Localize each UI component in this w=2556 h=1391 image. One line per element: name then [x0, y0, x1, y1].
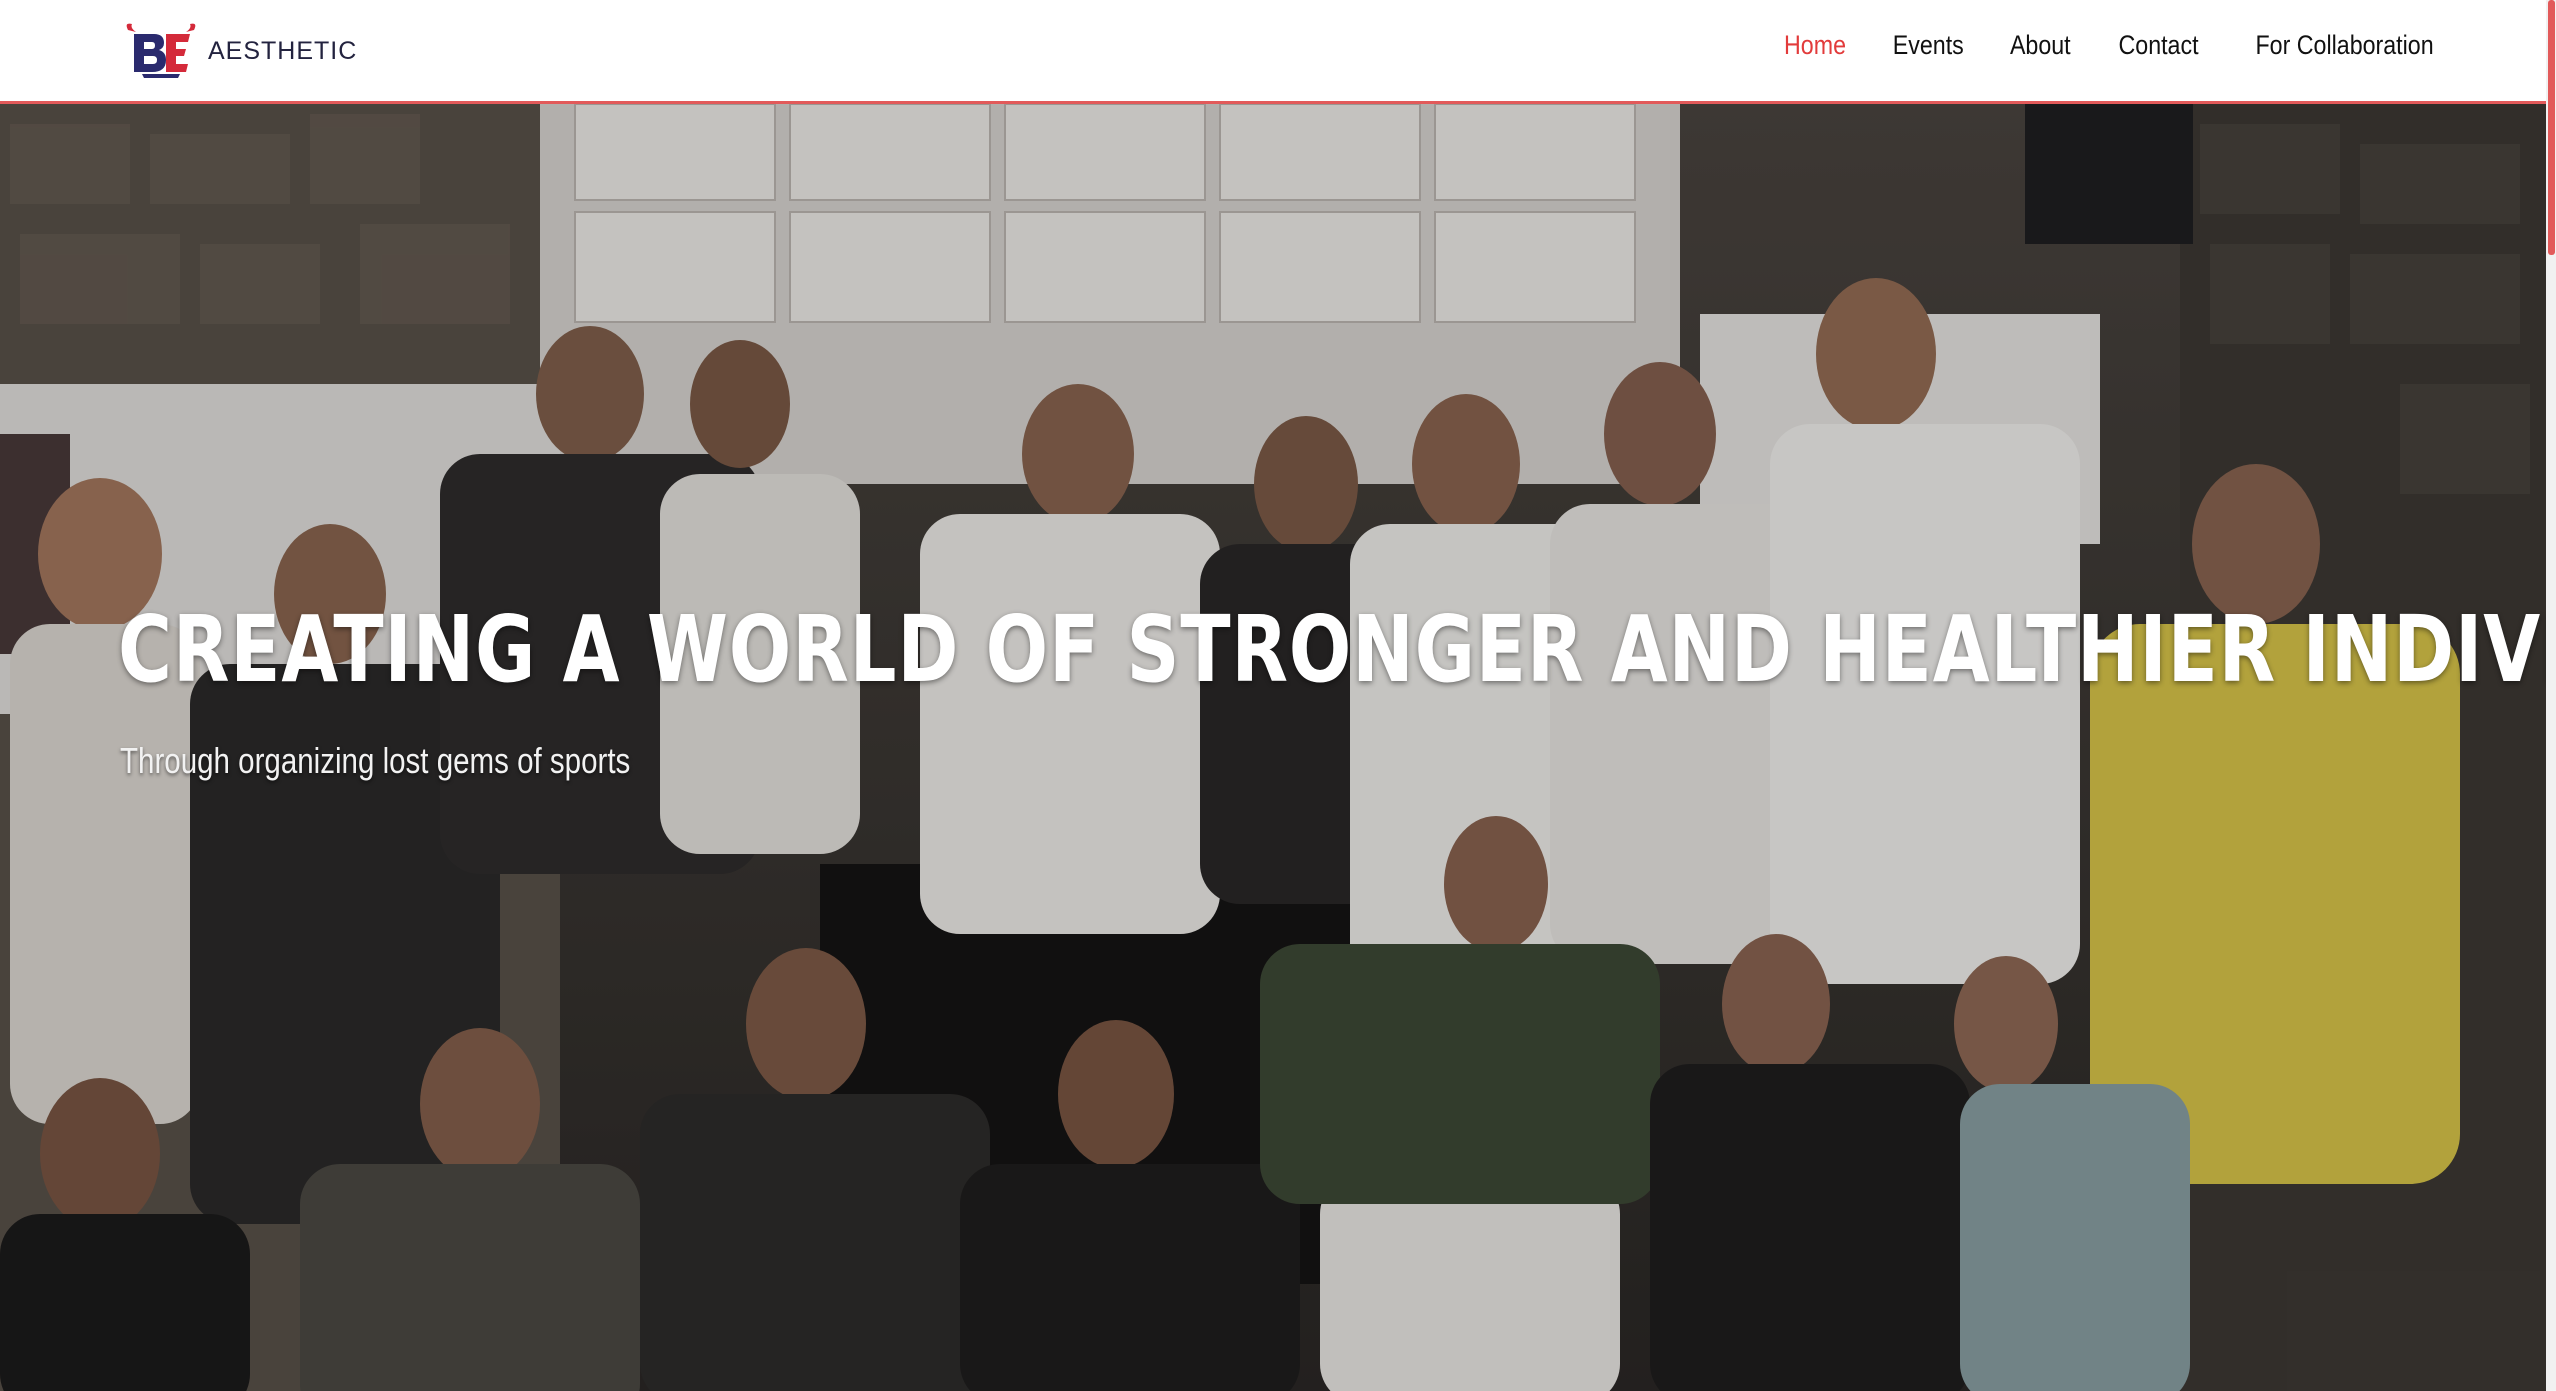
nav-for-collaboration[interactable]: For Collaboration: [2255, 30, 2433, 61]
brand-name: AESTHETIC: [208, 36, 358, 65]
main-nav: Home Events About Contact For Collaborat…: [1779, 30, 2448, 61]
page: AESTHETIC Home Events About Contact For …: [0, 0, 2556, 1391]
nav-contact[interactable]: Contact: [2118, 30, 2198, 61]
nav-about[interactable]: About: [2010, 30, 2071, 61]
brand-home-link[interactable]: AESTHETIC: [122, 20, 357, 82]
page-scrollbar[interactable]: [2546, 0, 2556, 1391]
site-header: AESTHETIC Home Events About Contact For …: [0, 0, 2556, 104]
hero-section: CREATING A WORLD OF STRONGER AND HEALTHI…: [0, 104, 2546, 1391]
hero-title: CREATING A WORLD OF STRONGER AND HEALTHI…: [118, 596, 2546, 703]
nav-events[interactable]: Events: [1892, 30, 1963, 61]
nav-home[interactable]: Home: [1784, 30, 1846, 61]
ae-logo-icon: [126, 23, 196, 78]
hero-subtitle: Through organizing lost gems of sports: [120, 740, 631, 781]
scrollbar-thumb[interactable]: [2548, 0, 2555, 255]
